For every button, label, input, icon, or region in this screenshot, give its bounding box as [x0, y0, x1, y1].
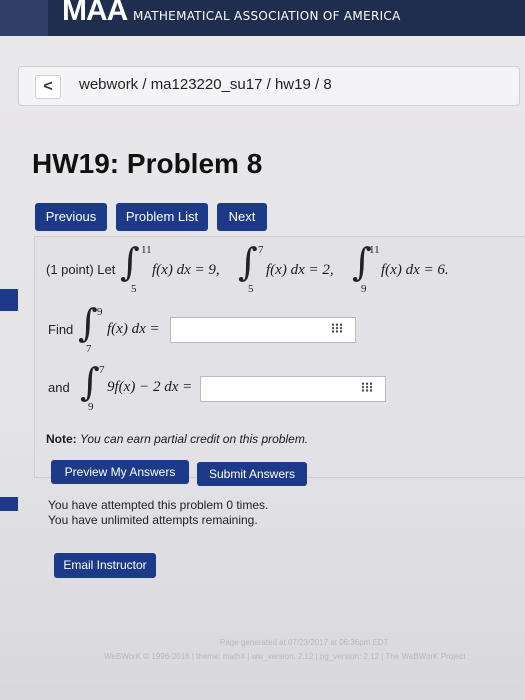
- lower-limit: 5: [131, 283, 137, 295]
- breadcrumb-path[interactable]: webwork / ma123220_su17 / hw19 / 8: [79, 76, 332, 93]
- lower-limit: 9: [88, 401, 94, 413]
- next-button[interactable]: Next: [217, 203, 267, 231]
- attempts-remaining: You have unlimited attempts remaining.: [48, 513, 258, 527]
- note: Note: You can earn partial credit on thi…: [46, 432, 308, 446]
- find-label: Find: [48, 322, 74, 337]
- upper-limit: 11: [369, 244, 380, 256]
- side-tab: [0, 289, 18, 311]
- question-2-integral: 9f(x) − 2 dx =: [107, 379, 193, 395]
- preview-answers-button[interactable]: Preview My Answers: [51, 460, 189, 484]
- upper-limit: 7: [99, 364, 105, 376]
- given-integral-1: f(x) dx = 9,: [152, 262, 220, 278]
- maa-logo: MAA: [62, 0, 128, 27]
- footer-copyright: WeBWorK © 1996-2016 | theme: math4 | ww_…: [104, 652, 466, 661]
- note-label: Note:: [46, 432, 77, 446]
- integral-sign: ∫: [120, 240, 140, 284]
- integral-sign: ∫: [78, 301, 98, 345]
- breadcrumb: < webwork / ma123220_su17 / hw19 / 8: [18, 66, 520, 106]
- banner-title: MATHEMATICAL ASSOCIATION OF AMERICA: [133, 9, 401, 23]
- maa-logo-mark: [0, 0, 48, 36]
- equation-editor-icon[interactable]: [331, 323, 343, 333]
- integral-sign: ∫: [238, 240, 258, 284]
- maa-banner: MAA MATHEMATICAL ASSOCIATION OF AMERICA: [0, 0, 525, 36]
- and-label: and: [48, 380, 70, 395]
- back-button[interactable]: <: [35, 75, 61, 99]
- given-integral-3: f(x) dx = 6.: [381, 262, 449, 278]
- lower-limit: 7: [86, 343, 92, 355]
- problem-points: (1 point) Let: [46, 262, 116, 277]
- answer-1-input[interactable]: [170, 317, 356, 343]
- note-text: You can earn partial credit on this prob…: [80, 432, 309, 446]
- equation-editor-icon[interactable]: [361, 382, 373, 392]
- question-1-integral: f(x) dx =: [107, 321, 160, 337]
- upper-limit: 7: [258, 244, 264, 256]
- integral-sign: ∫: [80, 360, 100, 404]
- lower-limit: 9: [361, 283, 367, 295]
- problem-list-button[interactable]: Problem List: [116, 203, 208, 231]
- upper-limit: 11: [141, 244, 152, 256]
- page-title: HW19: Problem 8: [32, 148, 263, 179]
- lower-limit: 5: [248, 283, 254, 295]
- attempts-count: You have attempted this problem 0 times.: [48, 498, 269, 512]
- answer-2-input[interactable]: [200, 376, 386, 402]
- submit-answers-button[interactable]: Submit Answers: [197, 462, 307, 486]
- email-instructor-button[interactable]: Email Instructor: [54, 553, 156, 578]
- page-generated: Page generated at 07/23/2017 at 06:36pm …: [220, 638, 389, 647]
- side-tab: [0, 497, 18, 511]
- previous-button[interactable]: Previous: [35, 203, 107, 231]
- given-integral-2: f(x) dx = 2,: [266, 262, 334, 278]
- upper-limit: 9: [97, 306, 103, 318]
